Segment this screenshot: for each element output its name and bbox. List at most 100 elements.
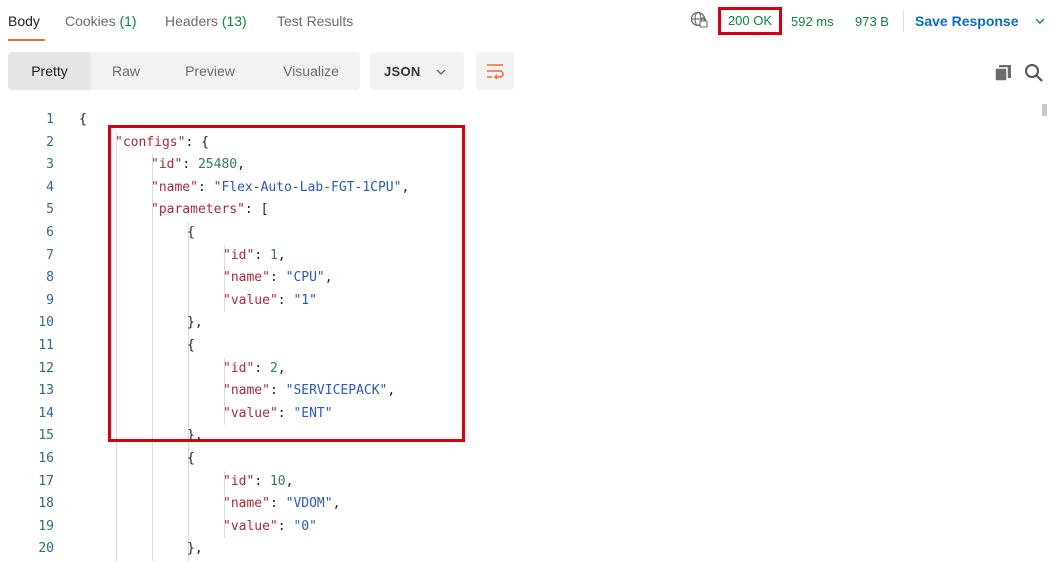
- code-token: ,: [237, 157, 245, 173]
- code-token: {: [187, 451, 195, 466]
- code-line: 18 "name": "VDOM",: [0, 493, 1040, 516]
- code-token: "value": [223, 292, 278, 308]
- status-code[interactable]: 200 OK: [718, 7, 782, 35]
- response-tabs-bar: Body Cookies (1) Headers (13) Test Resul…: [0, 0, 1057, 44]
- globe-icon[interactable]: [690, 11, 708, 29]
- code-token: },: [187, 315, 203, 331]
- format-select[interactable]: JSON: [370, 52, 464, 90]
- code-token: "CPU": [285, 270, 325, 286]
- code-token: :: [197, 179, 214, 195]
- view-mode-pretty[interactable]: Pretty: [8, 52, 91, 90]
- code-text: "id": 1,: [223, 245, 286, 268]
- chevron-down-icon: [436, 69, 446, 75]
- code-text: "name": "CPU",: [223, 267, 333, 290]
- line-number: 9: [46, 292, 54, 308]
- view-mode-raw[interactable]: Raw: [98, 52, 154, 90]
- response-time[interactable]: 592 ms: [791, 14, 834, 29]
- code-text: {: [79, 109, 87, 132]
- response-toolbar: Pretty Raw Preview Visualize JSON: [0, 44, 1057, 96]
- format-label: JSON: [384, 64, 421, 79]
- code-token: ,: [324, 270, 333, 286]
- line-number: 3: [46, 157, 54, 173]
- code-token: :: [277, 292, 294, 308]
- line-number: 19: [38, 518, 54, 534]
- response-body-editor[interactable]: 1{2 "configs": {3 "id": 25480, 4 "name": "Fl…: [0, 104, 1057, 561]
- code-token: :: [254, 247, 270, 263]
- code-line: 13 "name": "SERVICEPACK",: [0, 380, 1040, 403]
- code-line: 1{: [0, 109, 1040, 132]
- tab-label: Body: [8, 13, 40, 29]
- code-line: 16 {: [0, 448, 1040, 471]
- view-mode-visualize[interactable]: Visualize: [266, 52, 356, 90]
- code-token: "ENT": [293, 405, 333, 421]
- code-line: 12 "id": 2,: [0, 358, 1040, 381]
- code-token: "1": [293, 292, 317, 308]
- code-token: 25480: [197, 157, 238, 173]
- line-number: 6: [46, 225, 54, 240]
- code-token: {: [187, 225, 195, 240]
- scrollbar-thumb[interactable]: [1042, 104, 1047, 116]
- code-token: "configs": [115, 134, 186, 150]
- code-text: {: [187, 335, 195, 358]
- line-number: 13: [38, 383, 54, 399]
- line-number: 10: [38, 315, 54, 331]
- line-number: 20: [38, 541, 54, 557]
- active-tab-indicator: [8, 39, 45, 41]
- code-line: 11 {: [0, 335, 1040, 358]
- line-number: 14: [38, 405, 54, 421]
- tab-test-results[interactable]: Test Results: [277, 13, 353, 29]
- code-token: ,: [401, 179, 410, 195]
- code-token: 2: [269, 360, 278, 376]
- line-number: 18: [38, 496, 54, 512]
- code-token: "id": [223, 473, 255, 489]
- code-text: "configs": {: [115, 132, 209, 155]
- code-token: : [: [244, 202, 269, 218]
- tab-headers[interactable]: Headers (13): [165, 13, 247, 29]
- code-text: },: [187, 538, 203, 561]
- copy-icon[interactable]: [993, 63, 1013, 83]
- code-text: "value": "0": [223, 516, 317, 539]
- code-token: {: [187, 338, 195, 353]
- code-line: 9 "value": "1": [0, 290, 1040, 313]
- wrap-lines-icon: [487, 64, 504, 80]
- line-number: 17: [38, 473, 54, 489]
- wrap-lines-button[interactable]: [476, 52, 514, 90]
- line-number: 7: [46, 247, 54, 263]
- code-token: "parameters": [151, 202, 245, 218]
- chevron-down-icon[interactable]: [1035, 17, 1045, 25]
- code-line: 15},: [0, 425, 1040, 448]
- code-line: 19 "value": "0": [0, 516, 1040, 539]
- code-token: "name": [223, 270, 270, 286]
- code-token: "name": [151, 179, 198, 195]
- search-icon[interactable]: [1023, 62, 1045, 84]
- line-number: 2: [46, 134, 54, 150]
- tab-count: (1): [119, 13, 137, 29]
- view-mode-preview[interactable]: Preview: [168, 52, 252, 90]
- code-token: "value": [223, 518, 278, 534]
- code-text: },: [187, 425, 203, 448]
- code-token: :: [254, 360, 270, 376]
- line-number: 8: [46, 270, 54, 286]
- code-token: :: [269, 383, 286, 399]
- tab-label: Test Results: [277, 13, 354, 29]
- tab-body[interactable]: Body: [8, 13, 40, 29]
- code-token: ,: [387, 383, 396, 399]
- code-line: 20},: [0, 538, 1040, 561]
- code-line: 10},: [0, 312, 1040, 335]
- save-response-button[interactable]: Save Response: [915, 13, 1019, 29]
- code-token: "id": [151, 157, 183, 173]
- code-token: "VDOM": [285, 496, 333, 512]
- code-text: "name": "VDOM",: [223, 493, 340, 516]
- code-line: 4 "name": "Flex-Auto-Lab-FGT-1CPU",: [0, 177, 1040, 200]
- tab-cookies[interactable]: Cookies (1): [65, 13, 137, 29]
- code-text: "parameters": [: [151, 199, 268, 222]
- tab-label: Headers: [165, 13, 218, 29]
- code-text: {: [187, 222, 195, 245]
- code-line: 3 "id": 25480,: [0, 154, 1040, 177]
- code-token: ,: [332, 496, 341, 512]
- code-token: "name": [223, 383, 270, 399]
- code-text: "name": "SERVICEPACK",: [223, 380, 395, 403]
- tab-label: Cookies: [65, 13, 116, 29]
- code-token: "name": [223, 496, 270, 512]
- response-size[interactable]: 973 B: [855, 14, 889, 29]
